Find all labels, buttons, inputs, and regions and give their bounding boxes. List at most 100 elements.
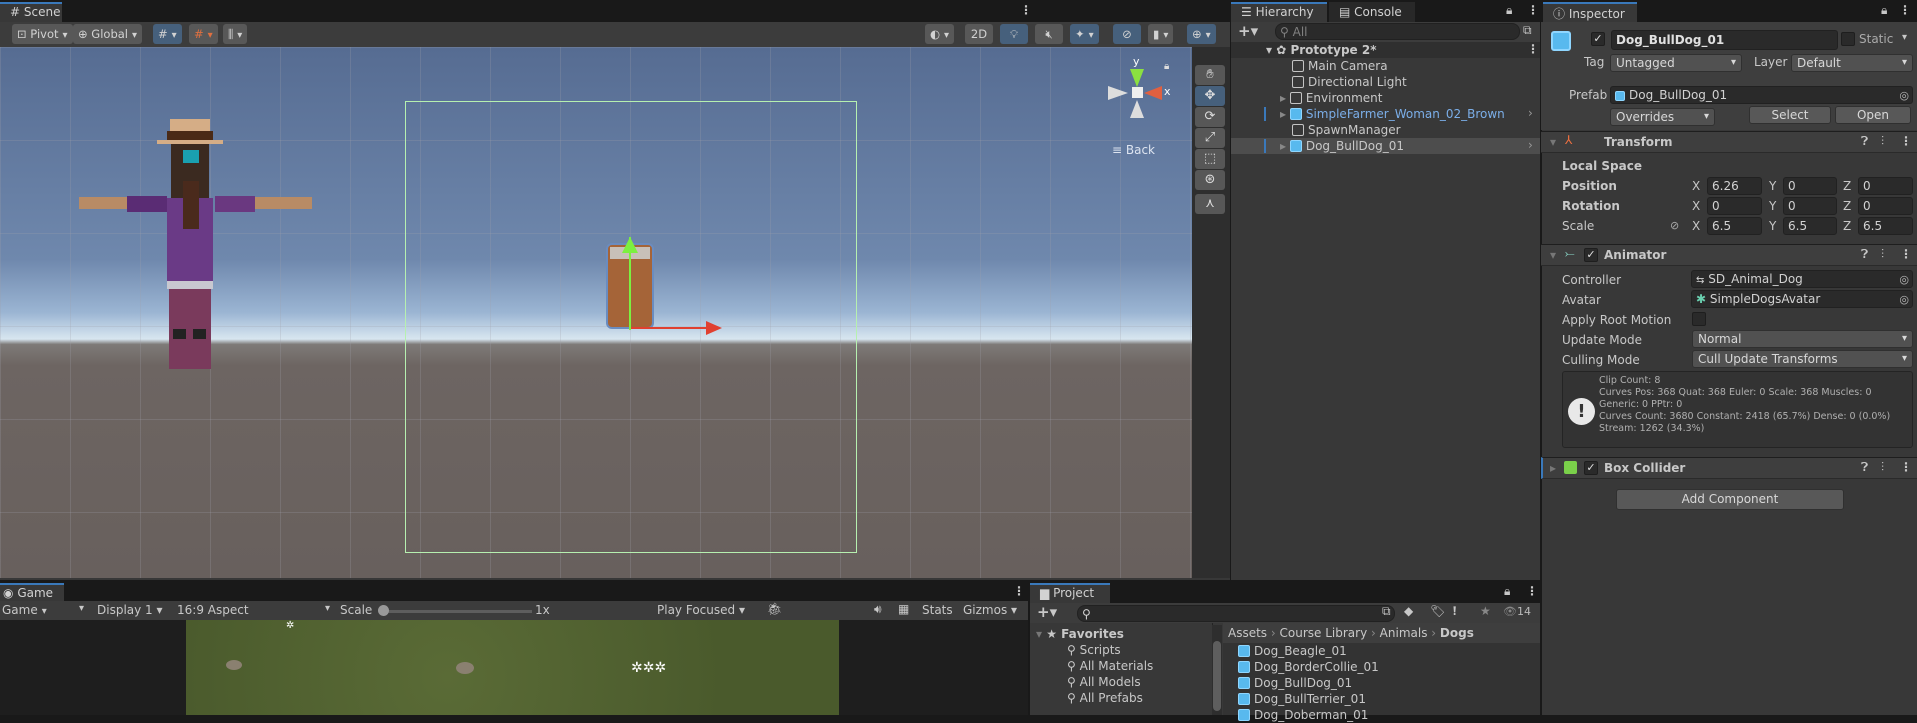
display-dropdown[interactable]: Display 1 ▾ xyxy=(97,603,163,617)
open-button[interactable]: Open xyxy=(1835,106,1911,124)
hierarchy-item[interactable]: ▸ SimpleFarmer_Woman_02_Brown xyxy=(1280,106,1505,122)
controller-field[interactable]: ⇆ SD_Animal_Dog ◎ xyxy=(1691,270,1913,288)
hidden-packages-toggle[interactable]: 👁︎14 xyxy=(1503,605,1531,618)
object-name-input[interactable]: Dog_BullDog_01 xyxy=(1611,30,1838,50)
lighting-toggle-icon[interactable]: 💡︎ xyxy=(1000,24,1028,44)
project-search-input[interactable]: ⚲ xyxy=(1077,605,1395,622)
folder-tree-scrollbar[interactable] xyxy=(1212,625,1222,715)
position-x-input[interactable]: 6.26 xyxy=(1707,177,1762,195)
move-tool-icon[interactable]: ✥ xyxy=(1195,86,1225,106)
help-icon[interactable]: ❓︎ xyxy=(1861,460,1868,475)
game-viewport[interactable]: ✲✲✲ ✲ xyxy=(0,620,1028,715)
audio-mute-icon[interactable]: 🔊︎ xyxy=(874,602,882,617)
scale-z-input[interactable]: 6.5 xyxy=(1858,217,1913,235)
play-mode-dropdown[interactable]: Play Focused ▾ xyxy=(657,603,745,617)
hierarchy-search-input[interactable]: ⚲ All xyxy=(1275,23,1520,40)
scale-slider-handle[interactable] xyxy=(378,605,389,616)
tab-console[interactable]: ▤ Console xyxy=(1329,2,1415,22)
gizmos-button[interactable]: Gizmos ▾ xyxy=(963,603,1017,617)
overrides-dropdown[interactable]: Overrides ▾ xyxy=(1610,108,1715,126)
tab-project[interactable]: ▆ Project xyxy=(1030,583,1110,603)
tag-dropdown[interactable]: Untagged ▾ xyxy=(1610,54,1742,72)
more-menu-icon[interactable]: ⋮ xyxy=(1527,3,1539,17)
tab-inspector[interactable]: ⓘ Inspector xyxy=(1543,2,1637,22)
hierarchy-item[interactable]: ▸ Environment xyxy=(1280,90,1382,106)
box-collider-enabled-checkbox[interactable]: ✓ xyxy=(1584,461,1598,475)
filter-warning-icon[interactable]: ❗︎ xyxy=(1453,604,1456,619)
culling-mode-dropdown[interactable]: Cull Update Transforms ▾ xyxy=(1692,350,1913,368)
presets-icon[interactable]: ⫶ xyxy=(1881,134,1884,149)
custom-tool-icon[interactable]: ⋏ xyxy=(1195,194,1225,214)
favorites-header[interactable]: ▾ ★ Favorites xyxy=(1036,626,1124,642)
more-menu-icon[interactable]: ⋮ xyxy=(1899,3,1911,17)
open-prefab-arrow-icon[interactable]: › xyxy=(1528,106,1533,120)
grid-snap-toggle[interactable]: # xyxy=(153,24,182,44)
layer-dropdown[interactable]: Default ▾ xyxy=(1791,54,1913,72)
help-icon[interactable]: ❓︎ xyxy=(1861,247,1868,262)
apply-root-motion-checkbox[interactable] xyxy=(1692,312,1706,326)
favorite-item[interactable]: ⚲ All Prefabs xyxy=(1067,690,1143,706)
object-picker-icon[interactable]: ◎ xyxy=(1899,292,1909,307)
expand-arrow-icon[interactable]: ▸ xyxy=(1280,139,1290,153)
favorite-item[interactable]: ⚲ All Materials xyxy=(1067,658,1153,674)
game-view-dropdown[interactable]: Game ▾ xyxy=(2,603,86,617)
camera-dropdown[interactable]: ▮ xyxy=(1148,24,1174,44)
hierarchy-item[interactable]: Directional Light xyxy=(1292,74,1407,90)
align-dropdown[interactable]: ⫼ xyxy=(223,24,248,44)
hierarchy-item[interactable]: SpawnManager xyxy=(1292,122,1401,138)
foldout-arrow-icon[interactable]: ▸ xyxy=(1550,461,1556,475)
rect-tool-icon[interactable]: ⬚ xyxy=(1195,149,1225,169)
draw-mode-dropdown[interactable]: ◐ xyxy=(925,24,955,44)
2d-toggle[interactable]: 2D xyxy=(965,24,993,44)
more-menu-icon[interactable]: ⋮ xyxy=(1526,584,1538,598)
position-y-input[interactable]: 0 xyxy=(1783,177,1837,195)
increment-snap-dropdown[interactable]: # xyxy=(189,24,218,44)
asset-item[interactable]: Dog_BorderCollie_01 xyxy=(1238,659,1379,675)
transform-tool-icon[interactable]: ⊛ xyxy=(1195,170,1225,190)
global-dropdown[interactable]: ⊕ Global xyxy=(73,24,143,44)
pivot-dropdown[interactable]: ⊡ Pivot xyxy=(12,24,73,44)
lock-icon[interactable]: 🔒︎ xyxy=(1506,3,1512,18)
asset-item[interactable]: Dog_BullDog_01 xyxy=(1238,675,1352,691)
scale-tool-icon[interactable]: ⤢ xyxy=(1195,128,1225,148)
object-picker-icon[interactable]: ◎ xyxy=(1899,88,1909,103)
active-checkbox[interactable]: ✓ xyxy=(1591,32,1605,46)
expand-arrow-icon[interactable]: ▸ xyxy=(1280,107,1290,121)
tab-game[interactable]: ◉ Game xyxy=(0,583,64,603)
create-button[interactable]: +▾ xyxy=(1037,603,1057,621)
search-expand-icon[interactable]: ⧉ xyxy=(1523,23,1532,38)
filter-type-icon[interactable]: ◆ xyxy=(1404,604,1413,618)
asset-item[interactable]: Dog_Doberman_01 xyxy=(1238,707,1368,723)
foldout-arrow-icon[interactable]: ▾ xyxy=(1550,248,1556,262)
filter-label-icon[interactable]: 🏷︎ xyxy=(1430,604,1445,618)
more-menu-icon[interactable]: ⋮ xyxy=(1020,3,1032,17)
create-button[interactable]: +▾ xyxy=(1238,22,1258,40)
scene-viewport[interactable]: y x 🔒︎ ≡ Back xyxy=(0,47,1192,578)
component-menu-icon[interactable]: ⋮ xyxy=(1900,247,1912,261)
aspect-dropdown[interactable]: 16:9 Aspect ▾ xyxy=(177,603,332,617)
move-gizmo-x-axis[interactable] xyxy=(631,327,706,329)
scale-slider[interactable] xyxy=(382,610,532,613)
more-menu-icon[interactable]: ⋮ xyxy=(1013,584,1025,598)
presets-icon[interactable]: ⫶ xyxy=(1881,247,1884,262)
static-dropdown-icon[interactable]: ▾ xyxy=(1902,32,1907,43)
favorite-item[interactable]: ⚲ Scripts xyxy=(1067,642,1121,658)
favorites-star-icon[interactable]: ★ xyxy=(1480,604,1491,618)
breadcrumb-item[interactable]: Dogs xyxy=(1440,626,1474,640)
tab-scene[interactable]: # Scene xyxy=(0,2,62,22)
update-mode-dropdown[interactable]: Normal ▾ xyxy=(1692,330,1913,348)
open-prefab-arrow-icon[interactable]: › xyxy=(1528,138,1533,152)
favorite-item[interactable]: ⚲ All Models xyxy=(1067,674,1141,690)
foldout-arrow-icon[interactable]: ▾ xyxy=(1550,135,1556,149)
select-button[interactable]: Select xyxy=(1749,106,1831,124)
farmer-woman-model[interactable] xyxy=(79,119,312,369)
gizmo-back-label[interactable]: ≡ Back xyxy=(1112,143,1155,157)
add-component-button[interactable]: Add Component xyxy=(1616,489,1844,510)
lock-icon[interactable]: 🔒︎ xyxy=(1881,3,1887,18)
bug-icon[interactable]: 🐞︎ xyxy=(767,602,782,616)
prefab-field[interactable]: Dog_BullDog_01 ◎ xyxy=(1610,86,1913,104)
breadcrumb-item[interactable]: Animals xyxy=(1380,626,1428,640)
help-icon[interactable]: ❓︎ xyxy=(1861,134,1868,149)
component-menu-icon[interactable]: ⋮ xyxy=(1900,460,1912,474)
scene-visibility-icon[interactable]: ⊘ xyxy=(1113,24,1141,44)
